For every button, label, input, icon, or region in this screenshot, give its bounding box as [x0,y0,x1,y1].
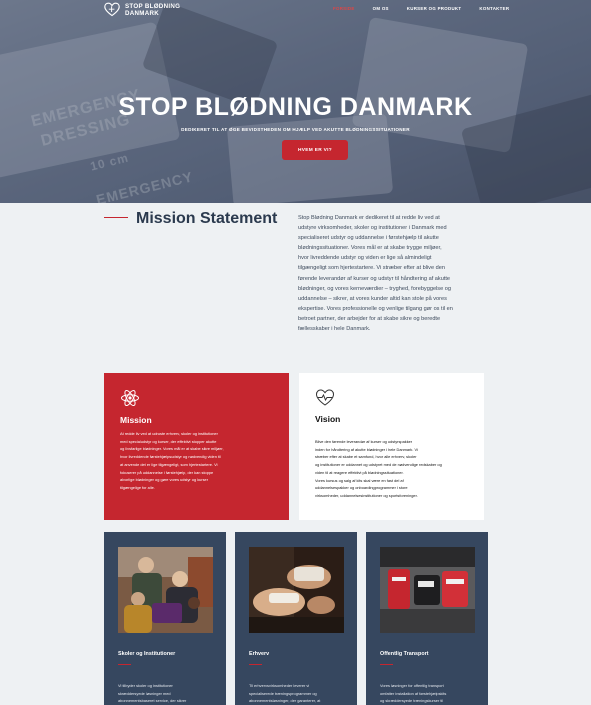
text-line: med specialudstyr og kurser, der effekti… [120,438,217,444]
text-line: fokuserer på uddannelse i førstehjælp, d… [120,469,214,475]
text-line: tilgængeligt som hjertestartere. Vi stræ… [298,265,445,272]
brand-name-line2: DANMARK [125,10,160,17]
text-line: blødningssituationer. Vores mål er at sk… [298,245,442,252]
transport-photo [380,547,475,633]
text-line: tilgængelige for alle. [120,484,155,490]
text-line: inden for håndtering af akutte blødninge… [315,446,418,452]
nav-item-kurser-og-produkt[interactable]: KURSER OG PRODUKT [407,6,462,11]
text-line: ekspertise. Vores professionelle og venl… [298,305,453,312]
vision-card: Vision Blive den førende leverandør af k… [299,373,484,520]
text-line: betroet partner, der arbejder for at ska… [298,315,441,322]
service-title: Erhverv [249,651,270,657]
text-line: og skræddersyede træningskurser til [380,698,444,703]
text-line: Til erhvervsvirksomheder leverer vi [249,683,310,688]
heart-logo-icon [104,2,120,17]
text-line: udstyre virksomheder, skoler og institut… [298,225,447,232]
service-card-schools[interactable]: Skoler og Institutioner Vi tilbyder skol… [104,532,226,705]
service-title: Offentlig Transport [380,651,429,657]
service-card-public-transport[interactable]: Offentlig Transport Vores løsninger for … [366,532,488,705]
hero-subtitle: DEDIKERET TIL AT ØGE BEVIDSTHEDEN OM HJÆ… [181,127,410,132]
hero-section: EMERGENCY DRESSING 10 cm EMERGENCY STOP … [0,0,591,203]
text-line: uddannelse – sikrer, at vores kunder alt… [298,295,447,302]
text-line: specialiseret udstyr og uddannelse i før… [298,235,439,242]
service-text: Vi tilbyder skoler og institutioner skræ… [118,682,218,705]
text-line: og institutioner er uddannet og udstyret… [315,462,442,468]
text-line: At redde liv ved at udruste erhverv, sko… [120,431,218,436]
text-line: uddannelsespakker og onboardingprogramme… [315,485,408,491]
main-nav: FORSIDE OM OS KURSER OG PRODUKT KONTAKTE… [333,6,527,11]
service-accent-line [249,664,262,665]
service-accent-line [118,664,131,665]
brand-name: STOP BLØDNING DANMARK [125,3,185,17]
text-line: abonnementsbaseret service, der sikrer [118,698,187,703]
text-line: alvorlige blødninger og gøre vores udsty… [120,477,209,483]
text-line: specialiserede træningsprogrammer og [249,690,317,696]
text-line: hvor livreddende udstyr og viden er lige… [298,255,432,262]
mission-card-title: Mission [120,415,152,425]
atom-icon [121,389,139,407]
service-card-business[interactable]: Erhverv Til erhvervsvirksomheder leverer… [235,532,357,705]
service-title: Skoler og Institutioner [118,651,176,657]
service-accent-line [380,664,393,665]
text-line: og livsfarlige blødninger. Vores mål er … [120,446,224,452]
vision-card-title: Vision [315,414,341,424]
text-line: skræddersyede løsninger med [118,690,171,696]
who-are-we-button[interactable]: HVEM ER VI? [282,140,348,160]
text-line: blødninger, og vores kerneværdier – tryg… [298,285,451,292]
service-text: Vores løsninger for offentlig transport … [380,682,480,705]
mission-statement-title: Mission Statement [136,210,278,227]
mission-statement-text: Stop Blødning Danmark er dedikeret til a… [298,213,486,334]
text-line: stræber efter at skabe et samfund, hvor … [315,454,417,460]
service-text: Til erhvervsvirksomheder leverer vi spec… [249,682,349,705]
text-line: førende leverandør af kurser og udstyr t… [298,275,451,282]
text-line: omfatter installation af førstehjælpskit… [380,690,447,696]
text-line: Blive den førende leverandør af kurser o… [315,439,413,444]
text-line: Stop Blødning Danmark er dedikeret til a… [298,215,440,221]
text-line: abonnementsløsninger, der garanterer, at [249,698,321,703]
vision-card-text: Blive den førende leverandør af kurser o… [315,438,475,500]
brand-logo[interactable]: STOP BLØDNING DANMARK [104,2,185,18]
text-line: fællesskaber i hele Danmark. [298,326,371,333]
text-line: Vores kursus og salg af kits skal være e… [315,477,404,483]
text-line: virksomheder, uddannelsesinstitutioner o… [315,492,418,498]
text-line: viden til at reagere effektivt på blødni… [315,469,404,475]
text-line: Vores løsninger for offentlig transport [380,683,444,688]
mission-card: Mission At redde liv ved at udruste erhv… [104,373,289,520]
schools-photo [118,547,213,633]
text-line: at anvende det er lige tilgængeligt, som… [120,461,218,467]
nav-item-kontakter[interactable]: KONTAKTER [479,6,509,11]
brand-name-line1: STOP BLØDNING [125,3,181,10]
section-accent-line [104,217,128,218]
nav-item-om-os[interactable]: OM OS [373,6,389,11]
text-line: hvor livreddende førstehjælpsudstyr og n… [120,454,221,460]
heartbeat-icon [315,389,335,406]
mission-card-text: At redde liv ved at udruste erhverv, sko… [120,430,280,492]
nav-item-forside[interactable]: FORSIDE [333,6,355,11]
hero-title: STOP BLØDNING DANMARK [118,93,473,121]
business-photo [249,547,344,633]
text-line: Vi tilbyder skoler og institutioner [118,683,173,688]
